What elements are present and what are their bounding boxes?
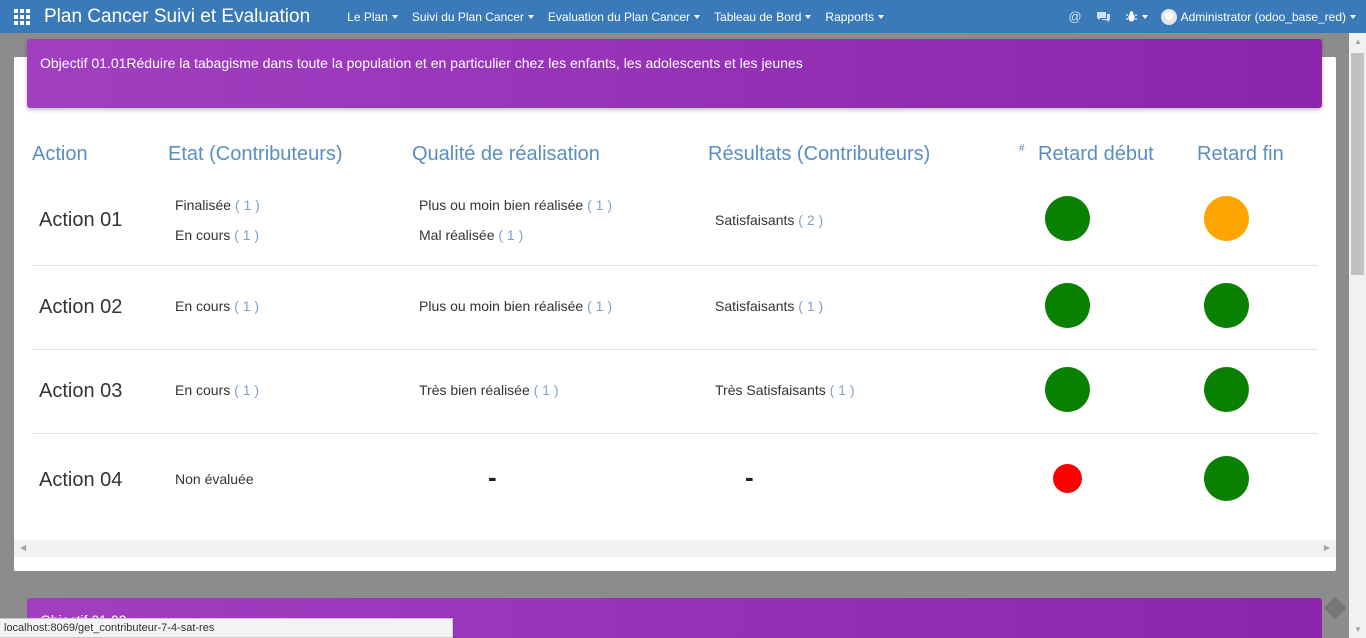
header-retard-debut: Retard début [1038, 143, 1154, 165]
objective-code: Objectif 01.01 [40, 55, 127, 71]
resultats-empty-dash: - [745, 462, 754, 492]
scroll-down-icon[interactable]: ▼ [1354, 625, 1362, 634]
status-url-bar: localhost:8069/get_contributeur-7-4-sat-… [0, 618, 453, 638]
qualite-item[interactable]: Très bien réalisée ( 1 ) [419, 382, 559, 398]
main-menu: Le Plan Suivi du Plan Cancer Evaluation … [340, 0, 891, 33]
retard-debut-indicator [1053, 464, 1082, 493]
menu-evaluation[interactable]: Evaluation du Plan Cancer [541, 0, 707, 33]
retard-fin-indicator [1204, 283, 1249, 328]
menu-rapports[interactable]: Rapports [818, 0, 891, 33]
header-action: Action [32, 143, 88, 165]
horizontal-scrollbar[interactable]: ◀ ▶ [14, 540, 1336, 557]
row-action-label[interactable]: Action 04 [39, 469, 122, 492]
row-action-label[interactable]: Action 01 [39, 209, 122, 232]
etat-item[interactable]: Non évaluée [175, 471, 254, 487]
app-brand[interactable]: Plan Cancer Suivi et Evaluation [44, 6, 310, 28]
scrollbar-thumb[interactable] [1351, 53, 1364, 275]
caret-down-icon [878, 14, 885, 19]
header-etat: Etat (Contributeurs) [168, 143, 343, 165]
menu-suivi[interactable]: Suivi du Plan Cancer [405, 0, 541, 33]
resultats-item[interactable]: Très Satisfaisants ( 1 ) [715, 382, 855, 398]
objective-banner: Objectif 01.01Réduire la tabagisme dans … [27, 39, 1322, 108]
menu-le-plan[interactable]: Le Plan [340, 0, 405, 33]
drag-handle-icon[interactable] [1323, 596, 1347, 620]
qualite-item[interactable]: Mal réalisée ( 1 ) [419, 227, 523, 243]
retard-fin-indicator [1204, 456, 1249, 501]
retard-fin-indicator [1204, 367, 1249, 412]
top-navbar: Plan Cancer Suivi et Evaluation Le Plan … [0, 0, 1366, 33]
qualite-item[interactable]: Plus ou moin bien réalisée ( 1 ) [419, 298, 612, 314]
row-divider [32, 349, 1318, 350]
menu-tableau-de-bord[interactable]: Tableau de Bord [707, 0, 818, 33]
chat-icon[interactable] [1089, 11, 1118, 23]
etat-item[interactable]: En cours ( 1 ) [175, 227, 259, 243]
bug-icon[interactable] [1118, 10, 1155, 23]
header-resultats: Résultats (Contributeurs) [708, 143, 931, 165]
at-icon[interactable]: @ [1061, 9, 1088, 24]
apps-grid-icon[interactable] [0, 0, 44, 33]
user-name: Administrator (odoo_base_red) [1180, 9, 1346, 24]
etat-item[interactable]: En cours ( 1 ) [175, 298, 259, 314]
caret-down-icon [1141, 14, 1148, 19]
navbar-right: @ Administrator (odoo_base_red) [1061, 0, 1366, 33]
scroll-up-icon[interactable]: ▲ [1354, 37, 1362, 46]
scroll-left-icon[interactable]: ◀ [20, 543, 26, 552]
etat-item[interactable]: En cours ( 1 ) [175, 382, 259, 398]
objective-panel [14, 57, 1336, 571]
header-retard-fin: Retard fin [1197, 143, 1284, 165]
resultats-item[interactable]: Satisfaisants ( 1 ) [715, 298, 823, 314]
row-action-label[interactable]: Action 02 [39, 296, 122, 319]
caret-down-icon [1350, 14, 1356, 19]
retard-fin-indicator [1204, 196, 1249, 241]
caret-down-icon [694, 14, 701, 19]
qualite-empty-dash: - [488, 462, 497, 492]
scroll-right-icon[interactable]: ▶ [1324, 543, 1330, 552]
objective-text: Réduire la tabagisme dans toute la popul… [126, 55, 803, 71]
retard-debut-indicator [1045, 283, 1090, 328]
row-divider [32, 433, 1318, 434]
caret-down-icon [391, 14, 398, 19]
user-menu[interactable]: Administrator (odoo_base_red) [1155, 8, 1360, 25]
row-action-label[interactable]: Action 03 [39, 380, 122, 403]
header-qualite: Qualité de réalisation [412, 143, 600, 165]
resultats-item[interactable]: Satisfaisants ( 2 ) [715, 212, 823, 228]
retard-debut-indicator [1045, 196, 1090, 241]
caret-down-icon [527, 14, 534, 19]
header-hash: # [1019, 143, 1025, 154]
avatar [1160, 8, 1177, 25]
row-divider [32, 265, 1318, 266]
retard-debut-indicator [1045, 367, 1090, 412]
vertical-scrollbar[interactable]: ▲ ▼ [1349, 33, 1366, 638]
etat-item[interactable]: Finalisée ( 1 ) [175, 197, 260, 213]
qualite-item[interactable]: Plus ou moin bien réalisée ( 1 ) [419, 197, 612, 213]
caret-down-icon [805, 14, 812, 19]
